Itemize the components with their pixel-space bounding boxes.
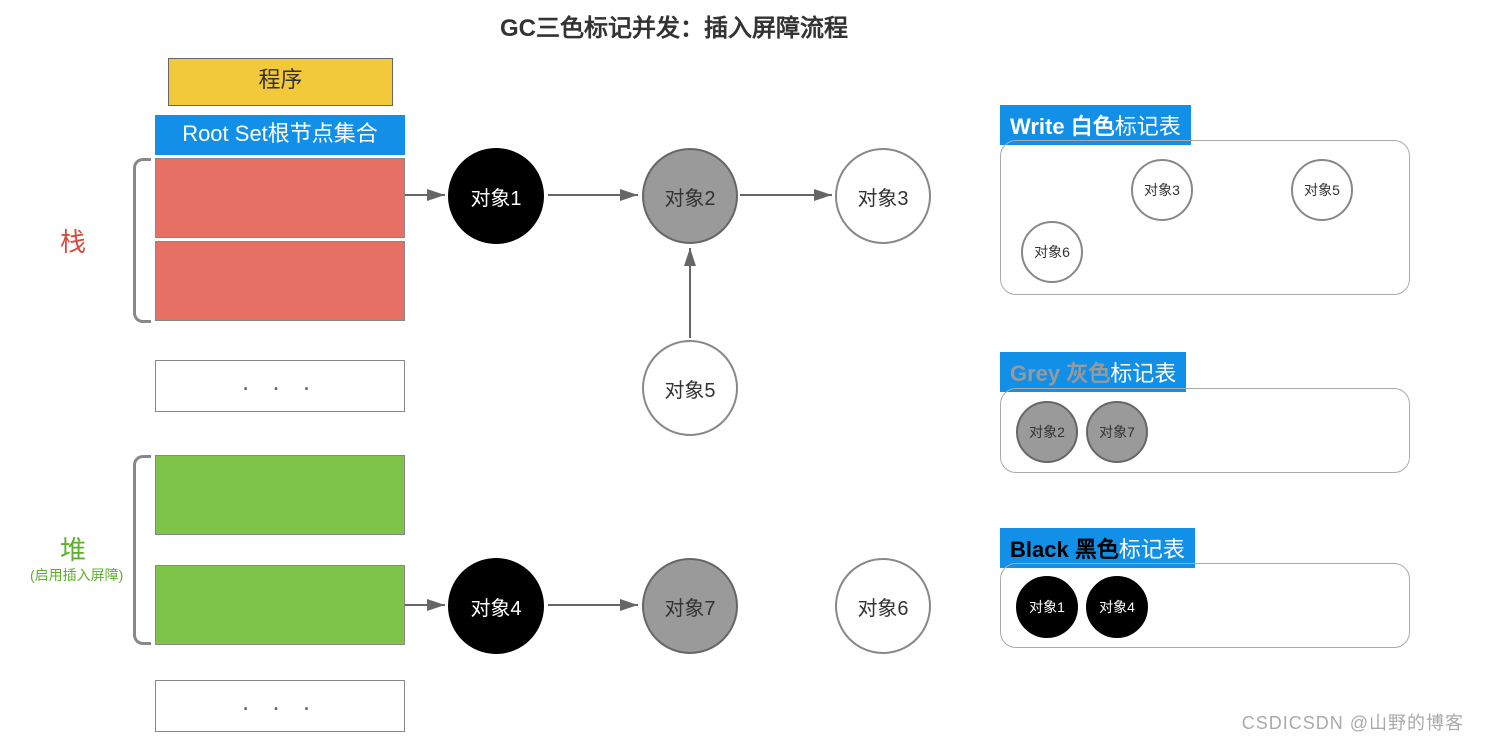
program-block: 程序: [168, 58, 393, 106]
white-color: 白色: [1071, 114, 1115, 139]
node-obj1: 对象1: [448, 148, 544, 244]
grey-suffix: 标记表: [1110, 361, 1176, 386]
stack-brace: [133, 158, 151, 323]
heap-label: 堆: [60, 530, 86, 567]
black-panel-header: Black 黑色标记表: [1000, 528, 1195, 568]
white-item-obj3: 对象3: [1131, 159, 1193, 221]
node-obj5: 对象5: [642, 340, 738, 436]
node-obj4: 对象4: [448, 558, 544, 654]
watermark: CSDICSDN @山野的博客: [1242, 709, 1464, 735]
node-obj2: 对象2: [642, 148, 738, 244]
black-prefix: Black: [1010, 537, 1069, 562]
black-item-obj4: 对象4: [1086, 576, 1148, 638]
heap-ellipsis: . . .: [155, 680, 405, 732]
white-prefix: Write: [1010, 114, 1065, 139]
rootset-block: Root Set根节点集合: [155, 115, 405, 155]
grey-color: 灰色: [1066, 361, 1110, 386]
white-panel: 对象3 对象5 对象6: [1000, 140, 1410, 295]
stack-row-1: [155, 158, 405, 238]
black-panel: 对象1 对象4: [1000, 563, 1410, 648]
heap-brace: [133, 455, 151, 645]
stack-row-2: [155, 241, 405, 321]
white-panel-header: Write 白色标记表: [1000, 105, 1191, 145]
grey-panel: 对象2 对象7: [1000, 388, 1410, 473]
grey-item-obj2: 对象2: [1016, 401, 1078, 463]
grey-prefix: Grey: [1010, 361, 1060, 386]
stack-ellipsis: . . .: [155, 360, 405, 412]
white-item-obj5: 对象5: [1291, 159, 1353, 221]
heap-sublabel: (启用插入屏障): [30, 565, 123, 585]
diagram-title: GC三色标记并发：插入屏障流程: [500, 8, 848, 43]
black-color: 黑色: [1075, 537, 1119, 562]
white-item-obj6: 对象6: [1021, 221, 1083, 283]
grey-panel-header: Grey 灰色标记表: [1000, 352, 1186, 392]
white-suffix: 标记表: [1115, 114, 1181, 139]
node-obj3: 对象3: [835, 148, 931, 244]
heap-row-2: [155, 565, 405, 645]
black-suffix: 标记表: [1119, 537, 1185, 562]
node-obj6: 对象6: [835, 558, 931, 654]
heap-row-1: [155, 455, 405, 535]
grey-item-obj7: 对象7: [1086, 401, 1148, 463]
stack-label: 栈: [60, 222, 86, 259]
node-obj7: 对象7: [642, 558, 738, 654]
black-item-obj1: 对象1: [1016, 576, 1078, 638]
